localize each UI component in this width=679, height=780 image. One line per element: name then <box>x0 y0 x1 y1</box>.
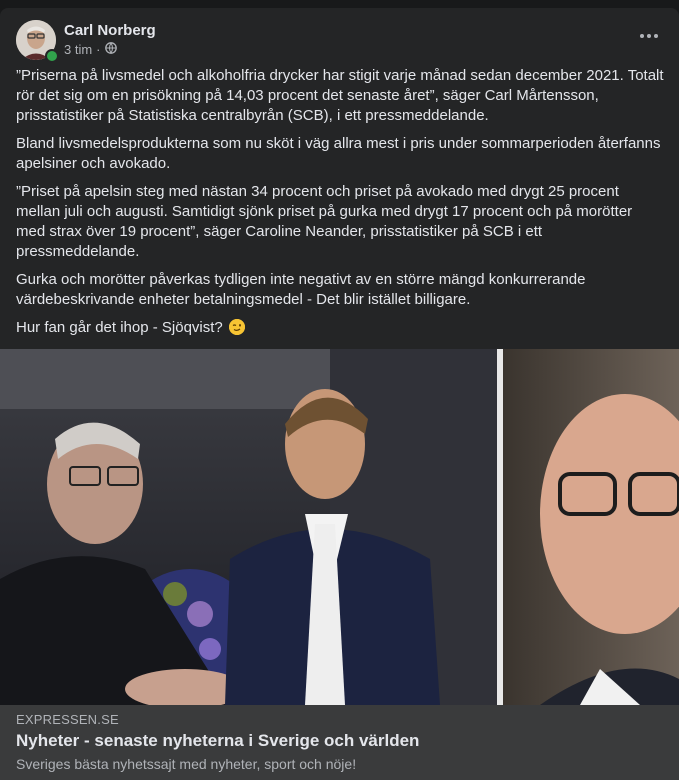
post-text: ”Priserna på livsmedel och alkoholfria d… <box>16 66 664 346</box>
author-name[interactable]: Carl Norberg <box>64 22 156 39</box>
post-time[interactable]: 3 tim <box>64 42 92 57</box>
post-last-line: Hur fan går det ihop - Sjöqvist? <box>16 318 664 338</box>
more-horizontal-icon[interactable] <box>635 28 663 48</box>
link-preview[interactable]: EXPRESSEN.SE Nyheter - senaste nyheterna… <box>0 705 679 780</box>
post-paragraph: Bland livsmedelsprodukterna som nu sköt … <box>16 135 661 172</box>
winking-face-icon <box>228 319 245 335</box>
post-paragraph: Gurka och morötter påverkas tydligen int… <box>16 271 586 308</box>
post-header: Carl Norberg 3 tim · <box>16 20 663 64</box>
online-status-dot <box>45 49 59 63</box>
meta-separator: · <box>96 42 101 57</box>
post-card: Carl Norberg 3 tim · ”Priserna på livsme… <box>0 8 679 780</box>
post-paragraph: ”Priset på apelsin steg med nästan 34 pr… <box>16 183 633 260</box>
link-description: Sveriges bästa nyhetssajt med nyheter, s… <box>16 756 357 772</box>
link-title[interactable]: Nyheter - senaste nyheterna i Sverige oc… <box>16 731 419 751</box>
post-last-line-text: Hur fan går det ihop - Sjöqvist? <box>16 319 223 336</box>
link-domain: EXPRESSEN.SE <box>16 712 119 727</box>
globe-icon[interactable] <box>104 42 117 57</box>
post-paragraph: ”Priserna på livsmedel och alkoholfria d… <box>16 67 664 124</box>
post-meta: 3 tim · <box>64 42 117 57</box>
link-preview-image[interactable] <box>0 349 679 705</box>
